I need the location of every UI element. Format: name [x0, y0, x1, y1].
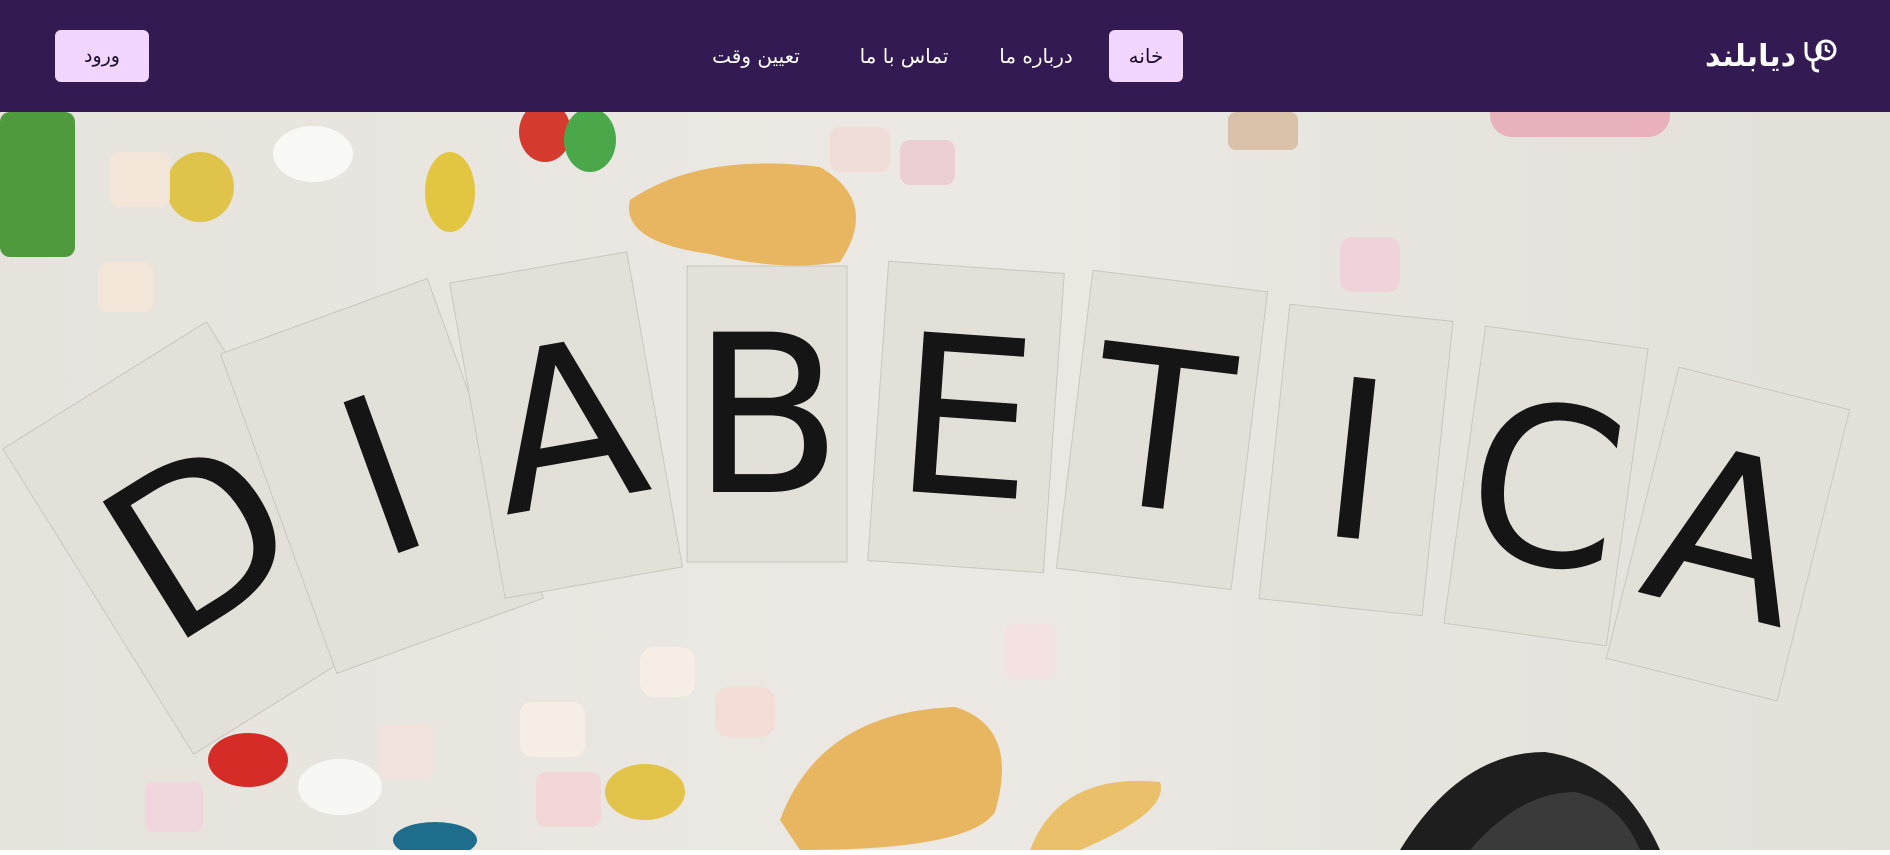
login-button[interactable]: ورود	[55, 30, 149, 82]
svg-text:B: B	[692, 288, 843, 544]
letter-card-e: E	[867, 260, 1065, 574]
nav-item-appointment[interactable]: تعیین وقت	[700, 30, 812, 82]
letter-card-t: T	[1055, 269, 1269, 591]
nav-item-home[interactable]: خانه	[1109, 30, 1183, 82]
letter-card-b: B	[686, 265, 848, 563]
hero-banner: D I A B E T I C A	[0, 112, 1890, 850]
brand-logo[interactable]: دیابلند	[1705, 28, 1838, 84]
hero-image: D I A B E T I C A	[0, 112, 1890, 850]
top-navbar: ورود تعیین وقت تماس با ما درباره ما خانه…	[0, 0, 1890, 112]
brand-name: دیابلند	[1704, 38, 1796, 74]
page-bottom-edge	[0, 850, 1890, 855]
green-candy-decor	[0, 112, 75, 257]
letter-card-i-second: I	[1258, 303, 1454, 617]
nav-item-contact[interactable]: تماس با ما	[850, 30, 958, 82]
stethoscope-heart-icon	[1804, 39, 1837, 73]
nav-item-about[interactable]: درباره ما	[995, 30, 1077, 82]
svg-text:E: E	[888, 286, 1045, 551]
